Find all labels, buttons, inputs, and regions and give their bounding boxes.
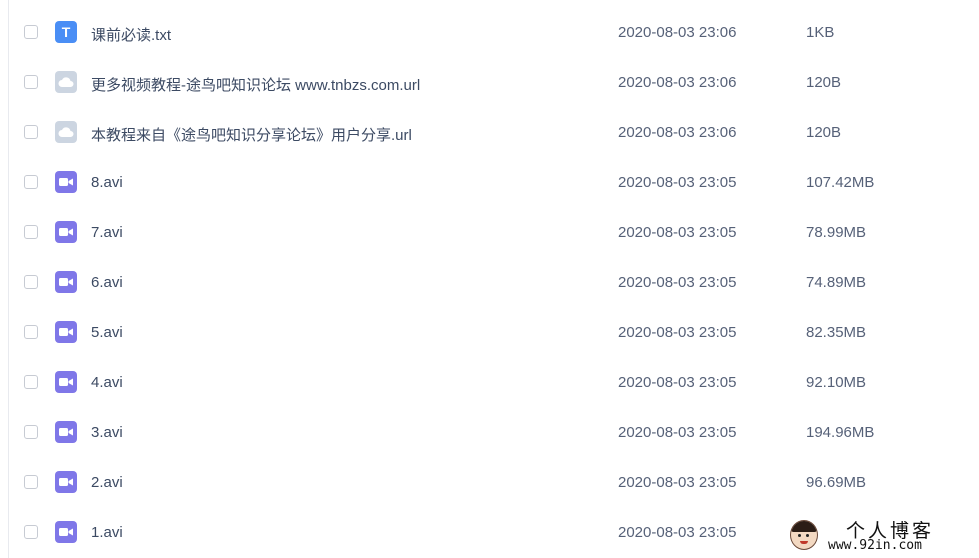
file-size: 78.99MB — [806, 224, 867, 241]
file-row[interactable]: 5.avi 2020-08-03 23:05 82.35MB — [0, 308, 979, 358]
file-name[interactable]: 6.avi — [91, 274, 123, 291]
row-checkbox[interactable] — [24, 25, 38, 39]
file-name[interactable]: 3.avi — [91, 424, 123, 441]
file-name[interactable]: 本教程来自《途鸟吧知识分享论坛》用户分享.url — [91, 124, 412, 145]
row-checkbox[interactable] — [24, 175, 38, 189]
file-modified-date: 2020-08-03 23:06 — [618, 124, 737, 141]
video-file-icon — [55, 221, 77, 243]
file-row[interactable]: 2.avi 2020-08-03 23:05 96.69MB — [0, 458, 979, 508]
file-name[interactable]: 8.avi — [91, 174, 123, 191]
file-size: 1KB — [806, 24, 835, 41]
file-row[interactable]: 6.avi 2020-08-03 23:05 74.89MB — [0, 258, 979, 308]
row-checkbox[interactable] — [24, 325, 38, 339]
file-list: T 课前必读.txt 2020-08-03 23:06 1KB 更多视频教程-途… — [0, 8, 979, 558]
url-file-icon — [55, 121, 77, 143]
row-checkbox[interactable] — [24, 75, 38, 89]
file-row[interactable]: T 课前必读.txt 2020-08-03 23:06 1KB — [0, 8, 979, 58]
file-modified-date: 2020-08-03 23:05 — [618, 374, 737, 391]
txt-file-icon: T — [55, 21, 77, 43]
file-row[interactable]: 8.avi 2020-08-03 23:05 107.42MB — [0, 158, 979, 208]
cartoon-avatar-icon — [790, 520, 818, 550]
file-name[interactable]: 2.avi — [91, 474, 123, 491]
file-name[interactable]: 课前必读.txt — [91, 24, 171, 45]
file-row[interactable]: 4.avi 2020-08-03 23:05 92.10MB — [0, 358, 979, 408]
url-file-icon — [55, 71, 77, 93]
file-name[interactable]: 4.avi — [91, 374, 123, 391]
row-checkbox[interactable] — [24, 525, 38, 539]
file-modified-date: 2020-08-03 23:06 — [618, 74, 737, 91]
file-name[interactable]: 更多视频教程-途鸟吧知识论坛 www.tnbzs.com.url — [91, 74, 420, 95]
file-modified-date: 2020-08-03 23:06 — [618, 24, 737, 41]
watermark-logo: 个人博客 www.92in.com — [788, 516, 978, 556]
file-modified-date: 2020-08-03 23:05 — [618, 174, 737, 191]
video-file-icon — [55, 321, 77, 343]
row-checkbox[interactable] — [24, 475, 38, 489]
file-name[interactable]: 7.avi — [91, 224, 123, 241]
video-file-icon — [55, 471, 77, 493]
video-file-icon — [55, 171, 77, 193]
video-file-icon — [55, 521, 77, 543]
file-modified-date: 2020-08-03 23:05 — [618, 224, 737, 241]
file-row[interactable]: 更多视频教程-途鸟吧知识论坛 www.tnbzs.com.url 2020-08… — [0, 58, 979, 108]
file-modified-date: 2020-08-03 23:05 — [618, 524, 737, 541]
file-size: 120B — [806, 124, 842, 141]
video-file-icon — [55, 371, 77, 393]
file-row[interactable]: 7.avi 2020-08-03 23:05 78.99MB — [0, 208, 979, 258]
row-checkbox[interactable] — [24, 225, 38, 239]
file-row[interactable]: 3.avi 2020-08-03 23:05 194.96MB — [0, 408, 979, 458]
file-size: 96.69MB — [806, 474, 867, 491]
file-name[interactable]: 5.avi — [91, 324, 123, 341]
file-size: 82.35MB — [806, 324, 867, 341]
file-name[interactable]: 1.avi — [91, 524, 123, 541]
file-size: 74.89MB — [806, 274, 867, 291]
row-checkbox[interactable] — [24, 375, 38, 389]
file-row[interactable]: 本教程来自《途鸟吧知识分享论坛》用户分享.url 2020-08-03 23:0… — [0, 108, 979, 158]
file-size: 120B — [806, 74, 842, 91]
row-checkbox[interactable] — [24, 125, 38, 139]
file-size: 92.10MB — [806, 374, 867, 391]
watermark-url: www.92in.com — [828, 538, 922, 553]
video-file-icon — [55, 271, 77, 293]
video-file-icon — [55, 421, 77, 443]
row-checkbox[interactable] — [24, 425, 38, 439]
file-size: 194.96MB — [806, 424, 875, 441]
file-modified-date: 2020-08-03 23:05 — [618, 274, 737, 291]
row-checkbox[interactable] — [24, 275, 38, 289]
file-modified-date: 2020-08-03 23:05 — [618, 424, 737, 441]
file-modified-date: 2020-08-03 23:05 — [618, 474, 737, 491]
file-size: 107.42MB — [806, 174, 875, 191]
file-modified-date: 2020-08-03 23:05 — [618, 324, 737, 341]
